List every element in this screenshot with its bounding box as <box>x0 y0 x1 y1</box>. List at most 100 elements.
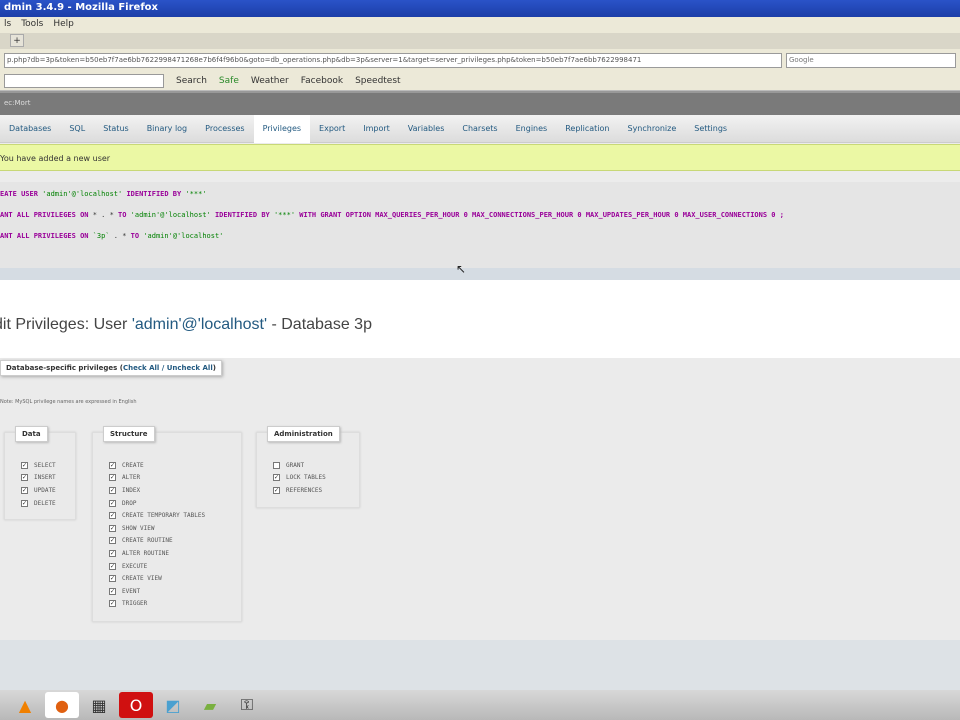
privilege-item[interactable]: ✓ EVENT <box>109 585 241 598</box>
notes-icon[interactable]: ▰ <box>193 692 227 718</box>
privilege-item[interactable]: ✓ CREATE TEMPORARY TABLES <box>109 509 241 522</box>
privilege-item[interactable]: ✓ ALTER ROUTINE <box>109 547 241 560</box>
check-all-link[interactable]: Check All / Uncheck All <box>123 364 213 372</box>
privilege-checkbox[interactable]: ✓ <box>21 486 28 494</box>
privilege-item[interactable]: ✓ LOCK TABLES <box>273 472 359 485</box>
privilege-checkbox[interactable]: ✓ <box>109 562 116 570</box>
privilege-label: CREATE ROUTINE <box>122 537 173 545</box>
window-title: dmin 3.4.9 - Mozilla Firefox <box>0 0 960 17</box>
privilege-checkbox[interactable]: ✓ <box>21 499 28 507</box>
privilege-item[interactable]: ✓ UPDATE <box>21 484 75 497</box>
privilege-label: TRIGGER <box>122 600 148 608</box>
tab-binary-log[interactable]: Binary log <box>138 115 196 143</box>
privilege-checkbox[interactable]: ✓ <box>109 499 116 507</box>
privilege-checkbox[interactable]: ✓ <box>109 549 116 557</box>
menu-item[interactable]: ls <box>4 19 11 31</box>
speedtest-button[interactable]: Speedtest <box>355 76 401 86</box>
menu-item-tools[interactable]: Tools <box>21 19 43 31</box>
privilege-label: INSERT <box>34 474 56 482</box>
privilege-item[interactable]: ✓ SELECT <box>21 459 75 472</box>
tab-charsets[interactable]: Charsets <box>453 115 506 143</box>
url-input[interactable]: p.php?db=3p&token=b50eb7f7ae6bb762299847… <box>4 52 782 68</box>
fieldset-title: Data <box>15 426 48 442</box>
media-icon[interactable]: ▦ <box>82 692 116 718</box>
tab-variables[interactable]: Variables <box>399 115 454 143</box>
privilege-item[interactable]: ✓ EXECUTE <box>109 560 241 573</box>
usb-icon[interactable]: ⚿ <box>230 692 264 718</box>
privilege-checkbox[interactable]: ✓ <box>109 524 116 532</box>
tab-engines[interactable]: Engines <box>507 115 557 143</box>
privilege-checkbox[interactable]: ✓ <box>21 474 28 482</box>
tab-processes[interactable]: Processes <box>196 115 253 143</box>
tab-privileges[interactable]: Privileges <box>253 114 311 143</box>
privilege-label: SELECT <box>34 461 56 469</box>
facebook-button[interactable]: Facebook <box>301 76 343 86</box>
tab-import[interactable]: Import <box>354 115 399 143</box>
tab-replication[interactable]: Replication <box>556 115 618 143</box>
privilege-label: DELETE <box>34 499 56 507</box>
privilege-label: REFERENCES <box>286 486 323 494</box>
privilege-item[interactable]: ✓ INSERT <box>21 472 75 485</box>
privileges-note: Note: MySQL privilege names are expresse… <box>0 399 137 405</box>
firefox-icon[interactable]: ● <box>45 692 79 718</box>
toolbar-search-input[interactable] <box>4 73 164 88</box>
menu-item-help[interactable]: Help <box>53 19 74 31</box>
privilege-item[interactable]: ✓ INDEX <box>109 484 241 497</box>
tab-synchronize[interactable]: Synchronize <box>618 115 685 143</box>
privilege-item[interactable]: ✓ REFERENCES <box>273 484 359 497</box>
fieldset-administration: Administration GRANT ✓ LOCK TABLES ✓ REFERENC… <box>256 426 360 508</box>
tab-status[interactable]: Status <box>94 115 138 143</box>
privileges-legend: Database-specific privileges (Check All … <box>0 360 222 376</box>
privilege-label: CREATE VIEW <box>122 575 162 583</box>
privileges-form: Database-specific privileges (Check All … <box>0 358 960 640</box>
privilege-checkbox[interactable] <box>273 461 280 469</box>
privilege-checkbox[interactable]: ✓ <box>109 474 116 482</box>
tab-databases[interactable]: Databases <box>0 115 60 143</box>
safe-button[interactable]: Safe <box>219 76 239 86</box>
fieldset-data: Data ✓ SELECT ✓ INSERT ✓ UPDATE ✓ DELETE <box>4 426 76 520</box>
opera-icon[interactable]: O <box>119 692 153 718</box>
privilege-item[interactable]: ✓ CREATE VIEW <box>109 572 241 585</box>
privilege-checkbox[interactable]: ✓ <box>109 600 116 608</box>
fieldset-structure: Structure ✓ CREATE ✓ ALTER ✓ INDEX ✓ DROP ✓ CREATE… <box>92 426 242 622</box>
privilege-item[interactable]: ✓ DELETE <box>21 497 75 510</box>
mouse-cursor: ↖ <box>456 262 467 276</box>
privilege-checkbox[interactable]: ✓ <box>109 575 116 583</box>
privilege-item[interactable]: GRANT <box>273 459 359 472</box>
tab-export[interactable]: Export <box>310 115 354 143</box>
menu-bar: ls Tools Help <box>0 17 960 33</box>
new-tab-button[interactable]: + <box>10 34 24 47</box>
success-notice: You have added a new user <box>0 144 960 171</box>
tab-settings[interactable]: Settings <box>685 115 736 143</box>
privilege-checkbox[interactable]: ✓ <box>273 486 280 494</box>
app-icon[interactable]: ◩ <box>156 692 190 718</box>
sql-line: EATE USER 'admin'@'localhost' IDENTIFIED… <box>0 190 207 198</box>
weather-button[interactable]: Weather <box>251 76 289 86</box>
privilege-item[interactable]: ✓ CREATE ROUTINE <box>109 535 241 548</box>
page-footer <box>0 640 960 690</box>
privilege-label: EXECUTE <box>122 562 148 570</box>
page-title: dit Privileges: User 'admin'@'localhost'… <box>0 316 372 333</box>
server-breadcrumb: ec:Mort <box>0 91 960 115</box>
addon-toolbar: Search Safe Weather Facebook Speedtest <box>0 71 960 91</box>
privilege-item[interactable]: ✓ CREATE <box>109 459 241 472</box>
tab-sql[interactable]: SQL <box>60 115 94 143</box>
privilege-checkbox[interactable]: ✓ <box>109 461 116 469</box>
privilege-label: ALTER ROUTINE <box>122 549 169 557</box>
privilege-checkbox[interactable]: ✓ <box>109 486 116 494</box>
vlc-icon[interactable]: ▲ <box>8 692 42 718</box>
privilege-checkbox[interactable]: ✓ <box>109 587 116 595</box>
privilege-checkbox[interactable]: ✓ <box>21 461 28 469</box>
privilege-item[interactable]: ✓ DROP <box>109 497 241 510</box>
privilege-item[interactable]: ✓ SHOW VIEW <box>109 522 241 535</box>
privilege-label: SHOW VIEW <box>122 524 155 532</box>
privilege-item[interactable]: ✓ ALTER <box>109 472 241 485</box>
privilege-checkbox[interactable]: ✓ <box>273 474 280 482</box>
search-engine-input[interactable]: Google <box>786 52 956 68</box>
privilege-checkbox[interactable]: ✓ <box>109 537 116 545</box>
privilege-checkbox[interactable]: ✓ <box>109 512 116 520</box>
privilege-label: UPDATE <box>34 486 56 494</box>
privilege-label: CREATE <box>122 461 144 469</box>
search-button[interactable]: Search <box>176 76 207 86</box>
privilege-item[interactable]: ✓ TRIGGER <box>109 598 241 611</box>
